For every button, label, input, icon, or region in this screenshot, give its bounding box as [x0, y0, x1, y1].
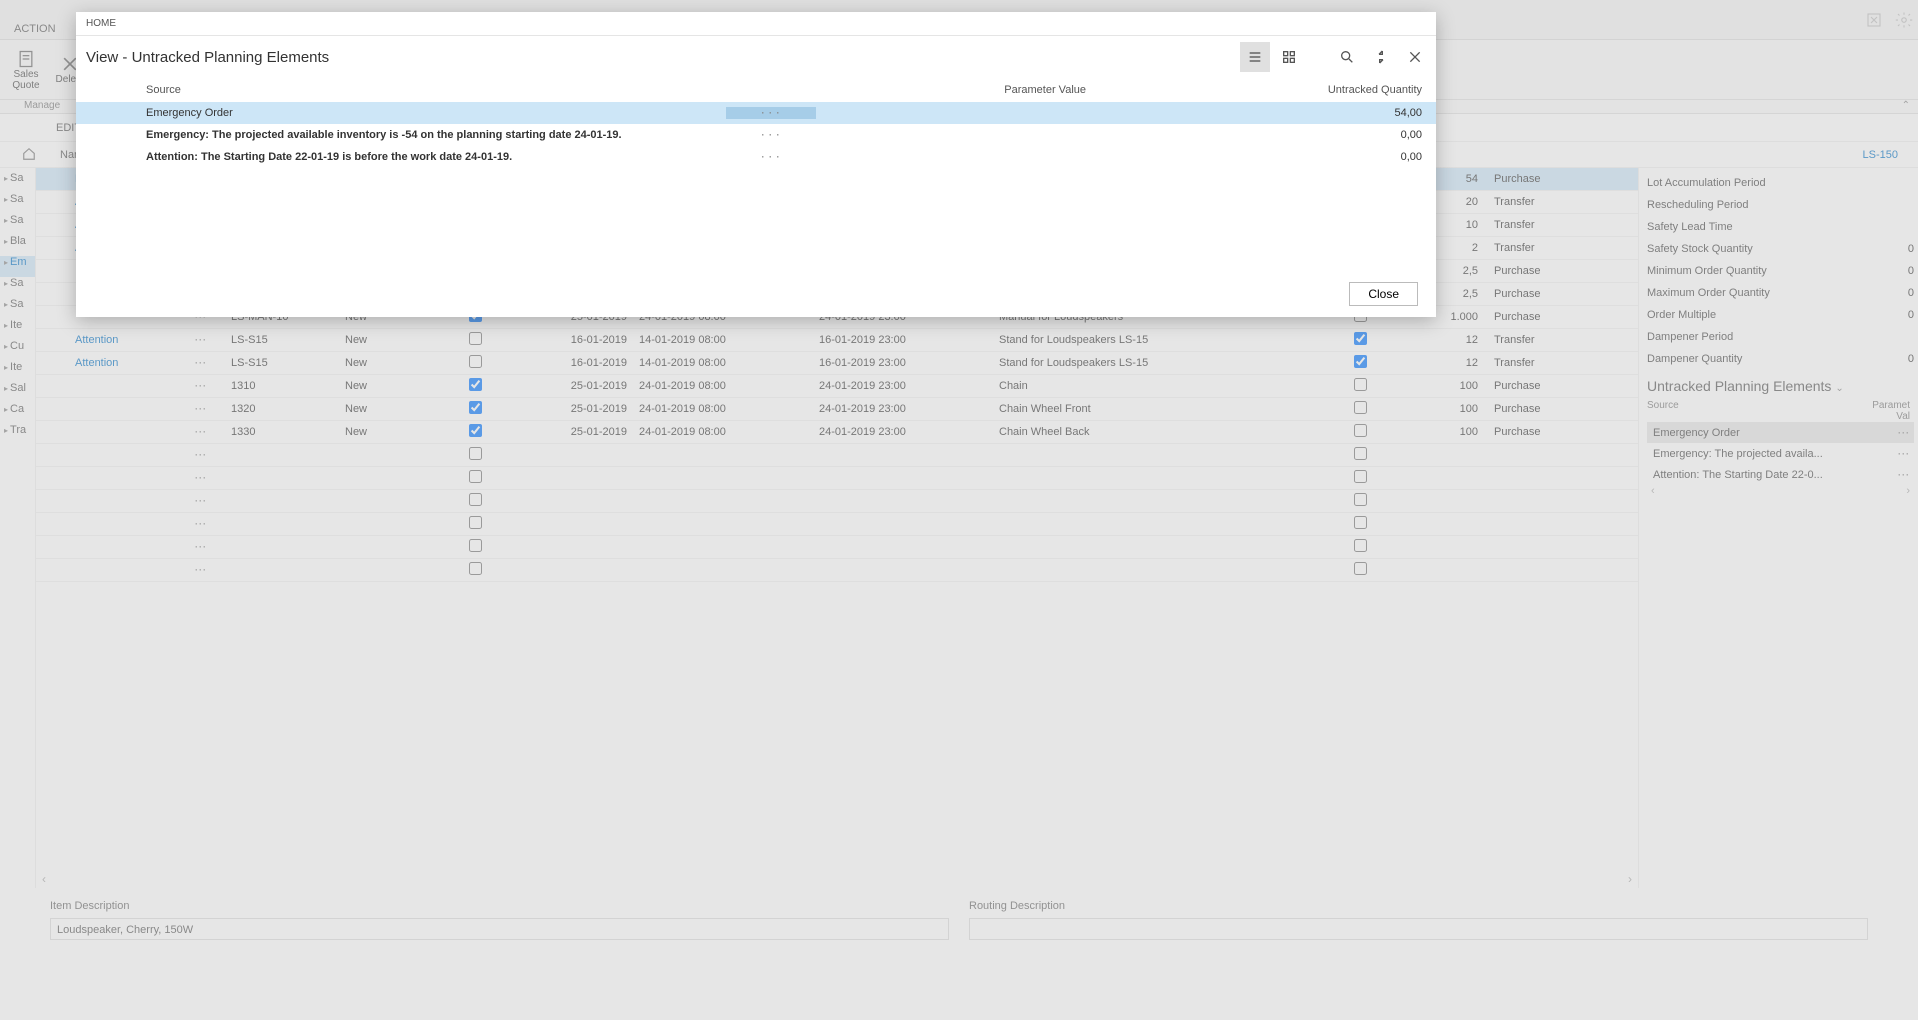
collapse-icon[interactable]: [1366, 42, 1396, 72]
search-icon[interactable]: [1332, 42, 1362, 72]
col-parameter-value[interactable]: Parameter Value: [686, 84, 1286, 96]
modal-column-headers: Source Parameter Value Untracked Quantit…: [76, 78, 1436, 102]
modal-tab-home[interactable]: HOME: [76, 12, 1436, 36]
untracked-elements-dialog: HOME View - Untracked Planning Elements …: [76, 12, 1436, 317]
modal-row[interactable]: Emergency: The projected available inven…: [76, 124, 1436, 146]
close-button[interactable]: Close: [1349, 282, 1418, 306]
col-source[interactable]: Source: [86, 84, 686, 96]
modal-grid-body[interactable]: Emergency Order· · ·54,00Emergency: The …: [76, 102, 1436, 271]
modal-row[interactable]: Attention: The Starting Date 22-01-19 is…: [76, 146, 1436, 168]
modal-title: View - Untracked Planning Elements: [86, 49, 329, 66]
modal-row[interactable]: Emergency Order· · ·54,00: [76, 102, 1436, 124]
tile-view-icon[interactable]: [1274, 42, 1304, 72]
list-view-icon[interactable]: [1240, 42, 1270, 72]
col-untracked-qty[interactable]: Untracked Quantity: [1286, 84, 1426, 96]
close-icon[interactable]: [1400, 42, 1430, 72]
